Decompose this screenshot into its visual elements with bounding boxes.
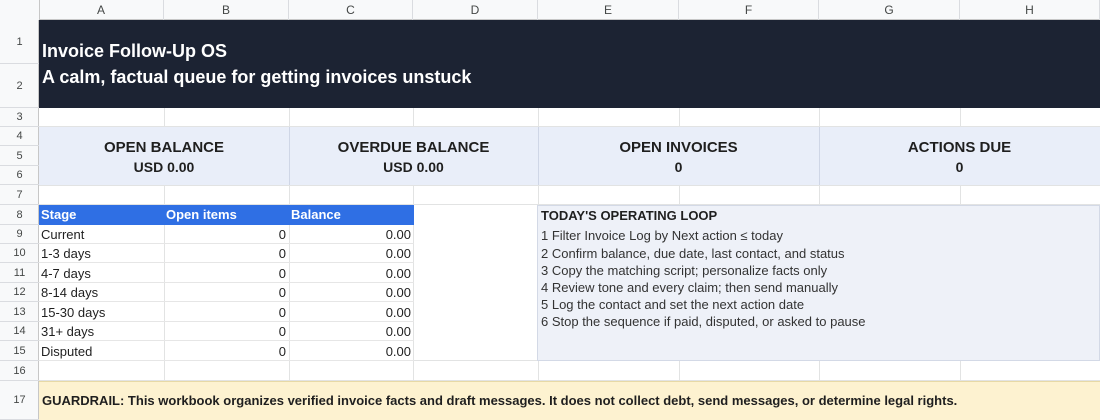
loop-step[interactable]: 2 Confirm balance, due date, last contac… <box>541 246 845 261</box>
kpi-actions-due[interactable]: ACTIONS DUE 0 <box>819 127 1100 185</box>
column-header-f[interactable]: F <box>679 0 819 20</box>
row-header-6[interactable]: 6 <box>0 166 39 185</box>
operating-loop-title[interactable]: TODAY'S OPERATING LOOP <box>541 208 717 223</box>
row-header-8[interactable]: 8 <box>0 205 39 225</box>
header-open-items[interactable]: Open items <box>166 205 237 225</box>
cell-balance[interactable]: 0.00 <box>386 342 411 361</box>
table-row[interactable]: 4-7 days 0 0.00 <box>39 264 414 283</box>
cell-balance[interactable]: 0.00 <box>386 264 411 283</box>
row-header-12[interactable]: 12 <box>0 283 39 302</box>
row-header-10[interactable]: 10 <box>0 244 39 263</box>
header-stage[interactable]: Stage <box>41 205 76 225</box>
row-header-15[interactable]: 15 <box>0 341 39 361</box>
table-row[interactable]: Current 0 0.00 <box>39 225 414 244</box>
column-header-g[interactable]: G <box>819 0 960 20</box>
column-header-b[interactable]: B <box>164 0 289 20</box>
loop-step[interactable]: 4 Review tone and every claim; then send… <box>541 280 838 295</box>
guardrail-text[interactable]: GUARDRAIL: This workbook organizes verif… <box>42 393 957 408</box>
cell-stage[interactable]: 4-7 days <box>41 264 91 283</box>
row-header-14[interactable]: 14 <box>0 322 39 341</box>
cell-open-items[interactable]: 0 <box>279 342 286 361</box>
loop-step[interactable]: 3 Copy the matching script; personalize … <box>541 263 827 278</box>
kpi-label: ACTIONS DUE <box>907 139 1012 156</box>
column-header-h[interactable]: H <box>960 0 1100 20</box>
table-row[interactable]: Disputed 0 0.00 <box>39 342 414 361</box>
kpi-label: OVERDUE BALANCE <box>337 139 490 156</box>
row-header-5[interactable]: 5 <box>0 146 39 166</box>
cell-balance[interactable]: 0.00 <box>386 283 411 302</box>
aging-table-header: Stage Open items Balance <box>39 205 414 225</box>
cell-stage[interactable]: Disputed <box>41 342 92 361</box>
loop-step[interactable]: 1 Filter Invoice Log by Next action ≤ to… <box>541 228 783 243</box>
column-header-d[interactable]: D <box>413 0 538 20</box>
cell-balance[interactable]: 0.00 <box>386 244 411 263</box>
page-subtitle: A calm, factual queue for getting invoic… <box>42 67 472 87</box>
cell-balance[interactable]: 0.00 <box>386 303 411 322</box>
column-header-c[interactable]: C <box>289 0 413 20</box>
row-header-9[interactable]: 9 <box>0 225 39 244</box>
cell-stage[interactable]: 31+ days <box>41 322 94 341</box>
kpi-label: OPEN BALANCE <box>103 139 224 156</box>
row-header-11[interactable]: 11 <box>0 263 39 283</box>
row-header-17[interactable]: 17 <box>0 381 39 420</box>
row-header-4[interactable]: 4 <box>0 127 39 146</box>
cell-open-items[interactable]: 0 <box>279 303 286 322</box>
row-header-13[interactable]: 13 <box>0 302 39 322</box>
column-header-e[interactable]: E <box>538 0 679 20</box>
cell-stage[interactable]: 1-3 days <box>41 244 91 263</box>
cell-stage[interactable]: 15-30 days <box>41 303 105 322</box>
title-banner <box>39 20 1100 108</box>
cell-open-items[interactable]: 0 <box>279 244 286 263</box>
row-header-16[interactable]: 16 <box>0 361 39 381</box>
row-header-3[interactable]: 3 <box>0 108 39 127</box>
row-header-bar: 1 2 3 4 5 6 7 8 9 10 11 12 13 14 15 16 1… <box>0 20 39 420</box>
kpi-value: 0 <box>674 159 683 175</box>
row-header-1[interactable]: 1 <box>0 20 39 64</box>
kpi-value: USD 0.00 <box>383 159 444 175</box>
kpi-open-balance[interactable]: OPEN BALANCE USD 0.00 <box>39 127 289 185</box>
table-row[interactable]: 8-14 days 0 0.00 <box>39 283 414 302</box>
table-row[interactable]: 31+ days 0 0.00 <box>39 322 414 341</box>
table-row[interactable]: 1-3 days 0 0.00 <box>39 244 414 263</box>
cell-balance[interactable]: 0.00 <box>386 322 411 341</box>
loop-step[interactable]: 6 Stop the sequence if paid, disputed, o… <box>541 314 866 329</box>
kpi-label: OPEN INVOICES <box>619 139 738 156</box>
cell-stage[interactable]: Current <box>41 225 84 244</box>
cell-stage[interactable]: 8-14 days <box>41 283 98 302</box>
kpi-value: USD 0.00 <box>133 159 195 175</box>
cell-open-items[interactable]: 0 <box>279 283 286 302</box>
loop-step[interactable]: 5 Log the contact and set the next actio… <box>541 297 804 312</box>
cell-open-items[interactable]: 0 <box>279 322 286 341</box>
cell-balance[interactable]: 0.00 <box>386 225 411 244</box>
kpi-value: 0 <box>955 159 964 175</box>
column-header-bar: A B C D E F G H <box>0 0 1100 20</box>
kpi-overdue-balance[interactable]: OVERDUE BALANCE USD 0.00 <box>289 127 538 185</box>
cell-open-items[interactable]: 0 <box>279 225 286 244</box>
page-title: Invoice Follow-Up OS <box>42 41 228 61</box>
row-header-7[interactable]: 7 <box>0 185 39 205</box>
table-row[interactable]: 15-30 days 0 0.00 <box>39 303 414 322</box>
header-balance[interactable]: Balance <box>291 205 341 225</box>
select-all-corner[interactable] <box>0 0 40 20</box>
kpi-open-invoices[interactable]: OPEN INVOICES 0 <box>538 127 819 185</box>
column-header-a[interactable]: A <box>39 0 164 20</box>
row-header-2[interactable]: 2 <box>0 64 39 108</box>
cell-open-items[interactable]: 0 <box>279 264 286 283</box>
